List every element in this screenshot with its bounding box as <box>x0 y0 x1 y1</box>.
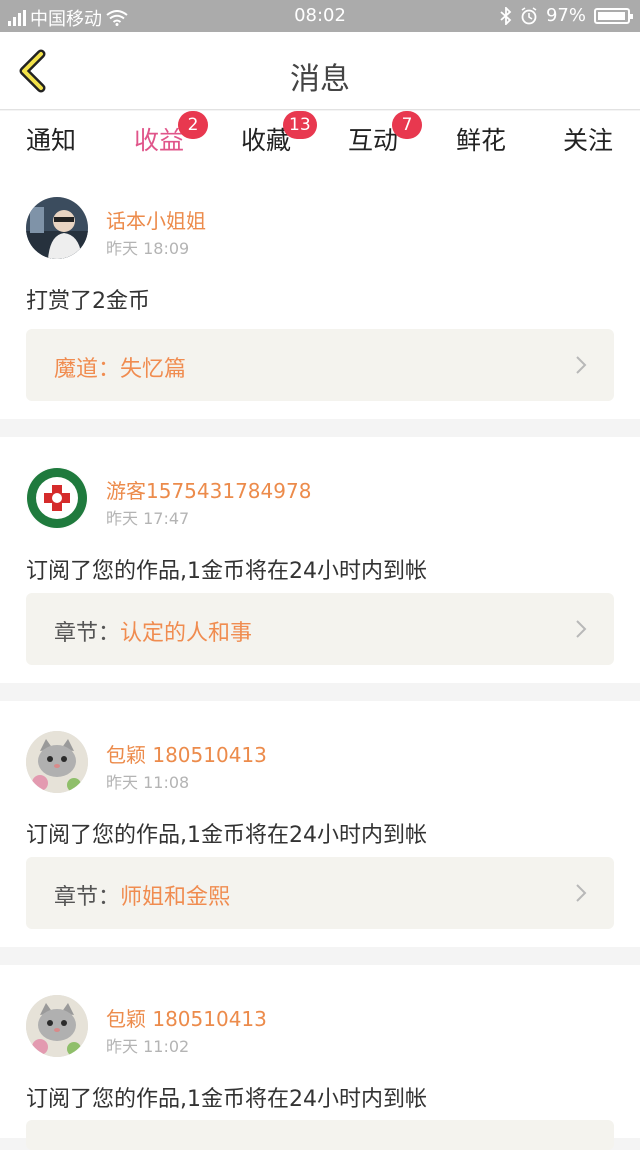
ref-prefix: 魔道： <box>54 357 121 382</box>
battery-icon <box>594 7 633 24</box>
tab-label: 通知 <box>25 126 76 155</box>
status-right: 97% <box>500 5 633 26</box>
user-name[interactable]: 包颖 180510413 <box>106 1003 267 1032</box>
ref-prefix: 章节： <box>54 621 121 646</box>
message-text: 打赏了2金币 <box>26 289 150 314</box>
ref-title: 失忆篇 <box>120 357 187 382</box>
chevron-right-icon <box>576 884 587 902</box>
battery-percent: 97% <box>545 5 586 26</box>
ref-title: 师姐和金熙 <box>120 885 231 910</box>
kitten-avatar-icon[interactable] <box>26 731 88 793</box>
alarm-icon <box>521 6 537 24</box>
user-name[interactable]: 包颖 180510413 <box>106 739 267 768</box>
kitten-avatar-icon[interactable] <box>26 995 88 1057</box>
tab-bar: 通知 收益 2 收藏 13 互动 7 鲜花 关注 <box>0 111 640 173</box>
user-name[interactable]: 话本小姐姐 <box>106 205 206 234</box>
tab-label: 关注 <box>562 126 613 155</box>
tab-badge: 2 <box>178 111 208 139</box>
message-card: 话本小姐姐 昨天 18:09 打赏了2金币 魔道：失忆篇 <box>0 167 640 419</box>
chapter-link[interactable] <box>26 1120 614 1150</box>
message-time: 昨天 11:08 <box>106 773 190 792</box>
chevron-right-icon <box>576 356 587 374</box>
user-name[interactable]: 游客1575431784978 <box>106 475 311 504</box>
tab-notify[interactable]: 通知 <box>6 121 96 157</box>
message-text: 订阅了您的作品,1金币将在24小时内到帐 <box>26 1087 427 1112</box>
nav-bar: 消息 <box>0 32 640 110</box>
chapter-link[interactable]: 章节：师姐和金熙 <box>26 857 614 929</box>
message-text: 订阅了您的作品,1金币将在24小时内到帐 <box>26 823 427 848</box>
tab-flowers[interactable]: 鲜花 <box>436 121 526 157</box>
tab-label: 收益 <box>133 126 184 155</box>
ref-title: 认定的人和事 <box>120 621 253 646</box>
ref-text: 魔道：失忆篇 <box>54 351 186 383</box>
green-emblem-avatar-icon[interactable] <box>26 467 88 529</box>
tab-label: 鲜花 <box>455 126 506 155</box>
tab-earnings[interactable]: 收益 2 <box>114 111 208 173</box>
status-bar: 中国移动 08:02 97% <box>0 0 640 32</box>
ref-text: 章节：认定的人和事 <box>54 615 252 647</box>
battery-fill <box>598 11 625 20</box>
chevron-right-icon <box>576 620 587 638</box>
message-time: 昨天 11:02 <box>106 1037 190 1056</box>
chapter-link[interactable]: 章节：认定的人和事 <box>26 593 614 665</box>
tab-label: 互动 <box>347 126 398 155</box>
ref-text: 章节：师姐和金熙 <box>54 879 230 911</box>
tab-follow[interactable]: 关注 <box>543 121 633 157</box>
work-link[interactable]: 魔道：失忆篇 <box>26 329 614 401</box>
ref-prefix: 章节： <box>54 885 121 910</box>
tab-badge: 13 <box>283 111 317 139</box>
bluetooth-icon <box>500 6 512 25</box>
message-time: 昨天 17:47 <box>106 509 190 528</box>
message-card: 包颖 180510413 昨天 11:02 订阅了您的作品,1金币将在24小时内… <box>0 965 640 1150</box>
tab-badge: 7 <box>392 111 422 139</box>
tab-interaction[interactable]: 互动 7 <box>328 111 422 157</box>
message-card: 游客1575431784978 昨天 17:47 订阅了您的作品,1金币将在24… <box>0 437 640 683</box>
message-card: 包颖 180510413 昨天 11:08 订阅了您的作品,1金币将在24小时内… <box>0 701 640 947</box>
person-avatar-icon[interactable] <box>26 197 88 259</box>
tab-favorites[interactable]: 收藏 13 <box>221 111 317 157</box>
message-text: 订阅了您的作品,1金币将在24小时内到帐 <box>26 559 427 584</box>
page-title: 消息 <box>290 62 350 97</box>
message-time: 昨天 18:09 <box>106 239 190 258</box>
